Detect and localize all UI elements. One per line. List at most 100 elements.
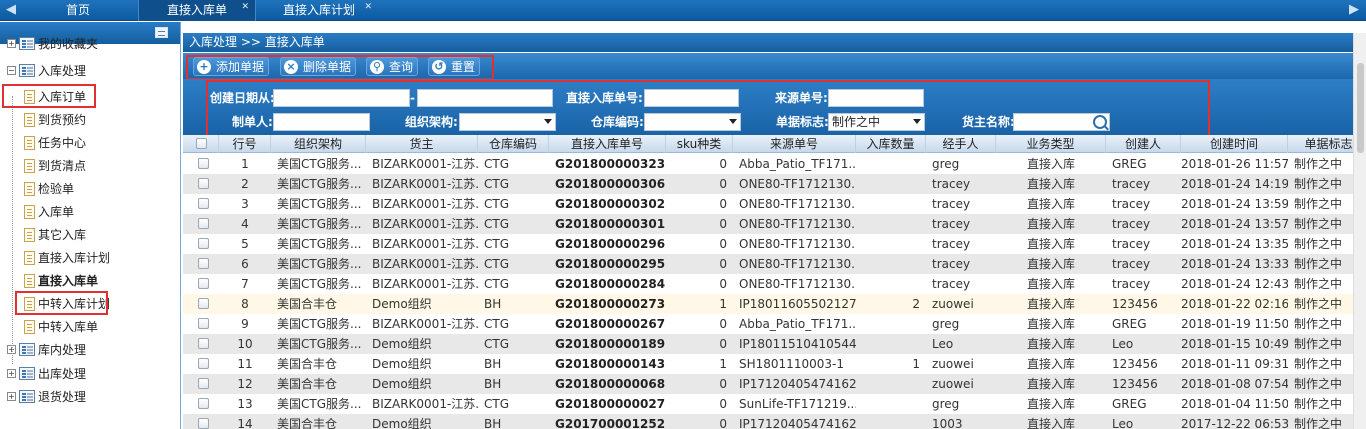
table-cell: tracey — [1112, 197, 1151, 211]
column-header[interactable]: sku种类 — [666, 135, 733, 153]
sidebar-item[interactable]: 直接入库计划 — [0, 247, 180, 269]
column-header[interactable]: 创建人 — [1106, 135, 1181, 153]
created-from-input[interactable] — [273, 89, 410, 107]
column-header[interactable]: 直接入库单号 — [549, 135, 666, 153]
table-row[interactable]: 7 美国CTG服务... BIZARK0001-江苏... CTG G201800000… — [183, 274, 1353, 294]
table-row[interactable]: 1 美国CTG服务... BIZARK0001-江苏... CTG G201800000… — [183, 154, 1353, 174]
tab-direct-inbound-order[interactable]: 直接入库单 ✕ — [138, 0, 256, 21]
column-header[interactable]: 货主 — [366, 135, 478, 153]
table-cell: Leo — [1112, 337, 1134, 351]
table-row[interactable]: 12 美国合丰仓 Demo组织 BH G201800000068 0 IP171204054… — [183, 374, 1353, 394]
sidebar-item[interactable]: + 库内处理 — [0, 339, 180, 361]
sidebar-item[interactable]: 其它入库 — [0, 224, 180, 246]
table-row[interactable]: 4 美国CTG服务... BIZARK0001-江苏... CTG G201800000… — [183, 214, 1353, 234]
close-icon[interactable]: ✕ — [241, 0, 249, 17]
sidebar-item[interactable]: 到货预约 — [0, 109, 180, 131]
table-cell: 10 — [237, 337, 253, 351]
row-checkbox[interactable] — [198, 278, 209, 289]
column-header[interactable]: 行号 — [219, 135, 271, 153]
row-checkbox[interactable] — [198, 358, 209, 369]
row-checkbox[interactable] — [198, 298, 209, 309]
search-icon[interactable] — [1093, 115, 1107, 129]
table-cell: BIZARK0001-江苏... — [372, 157, 478, 171]
table-row[interactable]: 10 美国CTG服务... Demo组织 CTG G201800000189 0 IP180… — [183, 334, 1353, 354]
row-checkbox[interactable] — [198, 318, 209, 329]
table-cell: 直接入库 — [1026, 177, 1075, 191]
column-header[interactable]: 来源单号 — [733, 135, 856, 153]
table-cell: 制作之中 — [1294, 177, 1343, 191]
source-no-input[interactable] — [828, 89, 924, 107]
table-cell: tracey — [1112, 237, 1151, 251]
scroll-left-arrow-icon[interactable]: ◀ — [2, 2, 20, 18]
sidebar-item[interactable]: − 入库处理 — [0, 60, 180, 82]
creator-input[interactable] — [273, 113, 370, 131]
query-button[interactable]: ⚲ 查询 — [366, 57, 418, 76]
sidebar-item[interactable]: 到货清点 — [0, 155, 180, 177]
status-select[interactable]: 制作之中 — [828, 113, 925, 131]
table-row[interactable]: 5 美国CTG服务... BIZARK0001-江苏... CTG G201800000… — [183, 234, 1353, 254]
table-row[interactable]: 8 美国合丰仓 Demo组织 BH G201800000273 1 IP1801160550… — [183, 294, 1353, 314]
row-checkbox[interactable] — [198, 218, 209, 229]
sidebar-item[interactable]: 入库单 — [0, 201, 180, 223]
sidebar-item[interactable]: 中转入库单 — [0, 316, 180, 338]
created-to-input[interactable] — [417, 89, 553, 107]
column-header[interactable]: 单据标志 — [1288, 135, 1353, 153]
table-row[interactable]: 9 美国CTG服务... BIZARK0001-江苏... CTG G201800000… — [183, 314, 1353, 334]
sidebar-item[interactable]: 中转入库计划 — [0, 293, 180, 315]
sidebar-item[interactable]: + 我的收藏夹 — [0, 33, 180, 55]
column-header[interactable]: 仓库编码 — [478, 135, 549, 153]
column-header[interactable]: 经手人 — [926, 135, 996, 153]
row-checkbox[interactable] — [198, 158, 209, 169]
expand-icon[interactable]: + — [7, 39, 16, 48]
scroll-right-arrow-icon[interactable]: ▶ — [1345, 2, 1363, 18]
warehouse-select[interactable] — [644, 113, 741, 131]
tab-direct-inbound-plan[interactable]: 直接入库计划 ✕ — [260, 0, 378, 21]
sidebar-item[interactable]: 入库订单 — [0, 86, 180, 108]
row-checkbox[interactable] — [198, 178, 209, 189]
add-document-button[interactable]: + 添加单据 — [193, 57, 269, 76]
collapse-icon[interactable]: − — [7, 66, 16, 75]
expand-icon[interactable]: + — [7, 392, 16, 401]
reset-button[interactable]: ↺ 重置 — [428, 57, 480, 76]
table-cell: 9 — [241, 317, 249, 331]
table-row[interactable]: 2 美国CTG服务... BIZARK0001-江苏... CTG G201800000… — [183, 174, 1353, 194]
org-select[interactable] — [459, 113, 556, 131]
table-row[interactable]: 14 美国合丰仓 Demo组织 BH G201700001252 0 IP171204054… — [183, 414, 1353, 429]
row-checkbox[interactable] — [198, 238, 209, 249]
delete-document-button[interactable]: × 删除单据 — [280, 57, 356, 76]
sidebar-item[interactable]: + 出库处理 — [0, 363, 180, 385]
sidebar-item-label: 到货预约 — [38, 113, 87, 127]
row-checkbox[interactable] — [198, 198, 209, 209]
tab-home[interactable]: 首页 — [22, 0, 134, 21]
table-cell: Abba_Patio_TF171... — [739, 157, 856, 171]
table-row[interactable]: 11 美国合丰仓 Demo组织 BH G201800000143 1 SH180111000… — [183, 354, 1353, 374]
order-no-input[interactable] — [644, 89, 739, 107]
column-header[interactable]: 入库数量 — [856, 135, 926, 153]
close-icon[interactable]: ✕ — [364, 0, 372, 17]
row-checkbox[interactable] — [198, 418, 209, 429]
table-row[interactable]: 13 美国CTG服务... BIZARK0001-江苏... CTG G20180000… — [183, 394, 1353, 414]
column-header[interactable]: 业务类型 — [996, 135, 1106, 153]
row-checkbox[interactable] — [198, 338, 209, 349]
sidebar-item[interactable]: + 退货处理 — [0, 386, 180, 408]
row-checkbox[interactable] — [198, 258, 209, 269]
column-header[interactable]: 创建时间 — [1181, 135, 1288, 153]
table-cell: CTG — [484, 177, 510, 191]
table-cell: 12 — [237, 377, 253, 391]
sidebar-item[interactable]: 检验单 — [0, 178, 180, 200]
owner-input[interactable] — [1013, 113, 1110, 131]
toolbar: + 添加单据 × 删除单据 ⚲ 查询 ↺ 重置 — [183, 53, 1353, 79]
select-all-checkbox[interactable] — [196, 138, 207, 149]
sidebar-item[interactable]: 任务中心 — [0, 132, 180, 154]
chevron-down-icon — [544, 119, 552, 124]
column-header[interactable]: 组织架构 — [271, 135, 366, 153]
table-row[interactable]: 6 美国CTG服务... BIZARK0001-江苏... CTG G201800000… — [183, 254, 1353, 274]
row-checkbox[interactable] — [198, 378, 209, 389]
row-checkbox[interactable] — [198, 398, 209, 409]
sidebar-item-label: 出库处理 — [38, 367, 87, 381]
expand-icon[interactable]: + — [7, 369, 16, 378]
document-icon — [24, 320, 35, 334]
sidebar-item[interactable]: 直接入库单 — [0, 270, 180, 292]
vertical-scrollbar[interactable] — [1353, 33, 1366, 429]
table-row[interactable]: 3 美国CTG服务... BIZARK0001-江苏... CTG G201800000… — [183, 194, 1353, 214]
